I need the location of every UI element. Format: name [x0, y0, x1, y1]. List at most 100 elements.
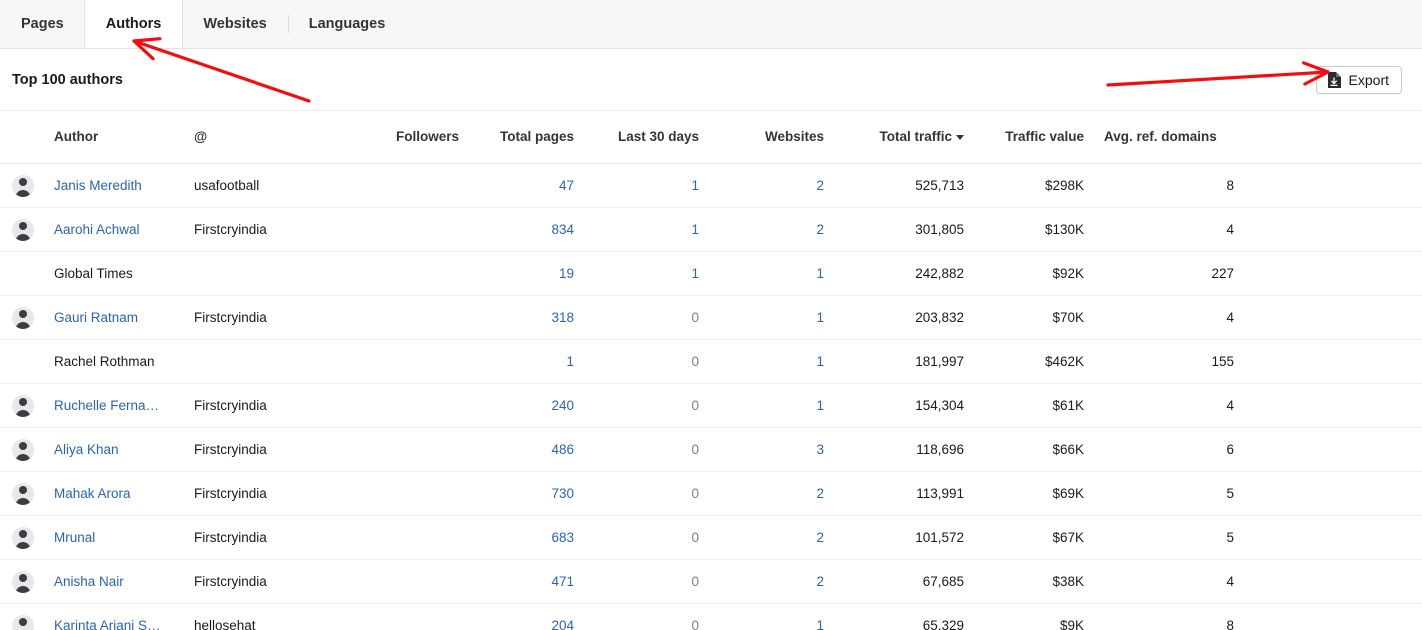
- column-header-total-pages[interactable]: Total pages: [469, 110, 584, 164]
- cell-websites[interactable]: 2: [709, 163, 834, 208]
- cell-websites[interactable]: 2: [709, 559, 834, 604]
- cell-websites[interactable]: 2: [709, 515, 834, 560]
- websites-link[interactable]: 1: [816, 354, 824, 369]
- websites-link[interactable]: 1: [816, 618, 824, 630]
- report-tabbar: Pages Authors Websites Languages: [0, 0, 1422, 49]
- cell-total-pages[interactable]: 47: [469, 163, 584, 208]
- last-30-value: 0: [691, 486, 699, 501]
- cell-author[interactable]: Aarohi Achwal: [44, 207, 184, 252]
- author-link[interactable]: Ruchelle Ferna…: [54, 398, 174, 413]
- column-header-followers[interactable]: Followers: [369, 110, 469, 164]
- author-link[interactable]: Mrunal: [54, 530, 174, 545]
- tab-languages[interactable]: Languages: [287, 0, 407, 48]
- column-header-last-30[interactable]: Last 30 days: [584, 110, 709, 164]
- cell-total-pages[interactable]: 1: [469, 339, 584, 384]
- websites-link[interactable]: 2: [816, 530, 824, 545]
- last-30-value: 0: [691, 398, 699, 413]
- table-row[interactable]: Karinta Ariani S… hellosehat 204 0 1 65,329 $9…: [0, 603, 1422, 630]
- author-link[interactable]: Karinta Ariani S…: [54, 618, 174, 630]
- export-button[interactable]: Export: [1315, 65, 1402, 94]
- column-header-websites[interactable]: Websites: [709, 110, 834, 164]
- traffic-value-value: $462K: [1044, 354, 1084, 369]
- table-row[interactable]: Gauri Ratnam Firstcryindia 318 0 1 203,832 $70…: [0, 295, 1422, 340]
- cell-total-pages[interactable]: 683: [469, 515, 584, 560]
- column-header-total-traffic[interactable]: Total traffic: [834, 110, 974, 164]
- cell-websites[interactable]: 1: [709, 295, 834, 340]
- cell-websites[interactable]: 2: [709, 207, 834, 252]
- websites-link[interactable]: 2: [816, 222, 824, 237]
- column-header-author[interactable]: Author: [44, 110, 184, 164]
- last-30-link[interactable]: 1: [691, 178, 699, 193]
- table-row[interactable]: Aliya Khan Firstcryindia 486 0 3 118,696 $66K 6: [0, 427, 1422, 472]
- websites-link[interactable]: 1: [816, 398, 824, 413]
- tab-websites[interactable]: Websites: [182, 0, 287, 48]
- cell-websites[interactable]: 2: [709, 471, 834, 516]
- total-pages-link[interactable]: 683: [551, 530, 574, 545]
- column-header-traffic-value[interactable]: Traffic value: [974, 110, 1094, 164]
- cell-author[interactable]: Aliya Khan: [44, 427, 184, 472]
- websites-link[interactable]: 1: [816, 266, 824, 281]
- column-header-avg-ref[interactable]: Avg. ref. domains: [1094, 110, 1244, 164]
- total-pages-link[interactable]: 204: [551, 618, 574, 630]
- cell-total-pages[interactable]: 486: [469, 427, 584, 472]
- cell-total-pages[interactable]: 318: [469, 295, 584, 340]
- column-header-at[interactable]: @: [184, 110, 369, 164]
- table-row[interactable]: Mahak Arora Firstcryindia 730 0 2 113,991 $69K…: [0, 471, 1422, 516]
- tab-pages[interactable]: Pages: [0, 0, 85, 48]
- total-pages-link[interactable]: 834: [551, 222, 574, 237]
- table-row[interactable]: Mrunal Firstcryindia 683 0 2 101,572 $67K 5: [0, 515, 1422, 560]
- cell-websites[interactable]: 3: [709, 427, 834, 472]
- cell-websites[interactable]: 1: [709, 603, 834, 630]
- author-link[interactable]: Janis Meredith: [54, 178, 174, 193]
- table-row[interactable]: Anisha Nair Firstcryindia 471 0 2 67,685 $38K 4: [0, 559, 1422, 604]
- cell-last-30[interactable]: 1: [584, 251, 709, 296]
- table-row[interactable]: Global Times 19 1 1 242,882 $92K 227: [0, 251, 1422, 296]
- author-link[interactable]: Anisha Nair: [54, 574, 174, 589]
- cell-websites[interactable]: 1: [709, 251, 834, 296]
- avatar: [12, 306, 34, 329]
- table-row[interactable]: Ruchelle Ferna… Firstcryindia 240 0 1 154,304…: [0, 383, 1422, 428]
- websites-link[interactable]: 1: [816, 310, 824, 325]
- cell-websites[interactable]: 1: [709, 383, 834, 428]
- cell-author[interactable]: Ruchelle Ferna…: [44, 383, 184, 428]
- websites-link[interactable]: 2: [816, 486, 824, 501]
- author-link[interactable]: Aarohi Achwal: [54, 222, 174, 237]
- total-pages-link[interactable]: 318: [551, 310, 574, 325]
- websites-link[interactable]: 2: [816, 574, 824, 589]
- last-30-link[interactable]: 1: [691, 222, 699, 237]
- cell-websites[interactable]: 1: [709, 339, 834, 384]
- author-link[interactable]: Gauri Ratnam: [54, 310, 174, 325]
- total-pages-link[interactable]: 471: [551, 574, 574, 589]
- total-pages-link[interactable]: 47: [559, 178, 574, 193]
- cell-author[interactable]: Anisha Nair: [44, 559, 184, 604]
- cell-author[interactable]: Janis Meredith: [44, 163, 184, 208]
- websites-link[interactable]: 2: [816, 178, 824, 193]
- total-pages-link[interactable]: 730: [551, 486, 574, 501]
- table-row[interactable]: Janis Meredith usafootball 47 1 2 525,713 $298…: [0, 163, 1422, 208]
- total-pages-link[interactable]: 1: [566, 354, 574, 369]
- total-pages-link[interactable]: 240: [551, 398, 574, 413]
- table-row[interactable]: Aarohi Achwal Firstcryindia 834 1 2 301,805 $1…: [0, 207, 1422, 252]
- websites-link[interactable]: 3: [816, 442, 824, 457]
- author-link[interactable]: Mahak Arora: [54, 486, 174, 501]
- cell-author[interactable]: Mahak Arora: [44, 471, 184, 516]
- cell-followers: [369, 427, 469, 472]
- cell-total-pages[interactable]: 471: [469, 559, 584, 604]
- cell-avatar: [0, 427, 44, 472]
- cell-total-pages[interactable]: 204: [469, 603, 584, 630]
- cell-total-pages[interactable]: 834: [469, 207, 584, 252]
- cell-author[interactable]: Karinta Ariani S…: [44, 603, 184, 630]
- last-30-link[interactable]: 1: [691, 266, 699, 281]
- cell-total-pages[interactable]: 730: [469, 471, 584, 516]
- cell-author[interactable]: Mrunal: [44, 515, 184, 560]
- total-pages-link[interactable]: 486: [551, 442, 574, 457]
- cell-last-30[interactable]: 1: [584, 207, 709, 252]
- author-link[interactable]: Aliya Khan: [54, 442, 174, 457]
- total-pages-link[interactable]: 19: [559, 266, 574, 281]
- table-row[interactable]: Rachel Rothman 1 0 1 181,997 $462K 155: [0, 339, 1422, 384]
- cell-last-30[interactable]: 1: [584, 163, 709, 208]
- tab-authors[interactable]: Authors: [84, 0, 183, 48]
- cell-author[interactable]: Gauri Ratnam: [44, 295, 184, 340]
- cell-total-pages[interactable]: 19: [469, 251, 584, 296]
- cell-total-pages[interactable]: 240: [469, 383, 584, 428]
